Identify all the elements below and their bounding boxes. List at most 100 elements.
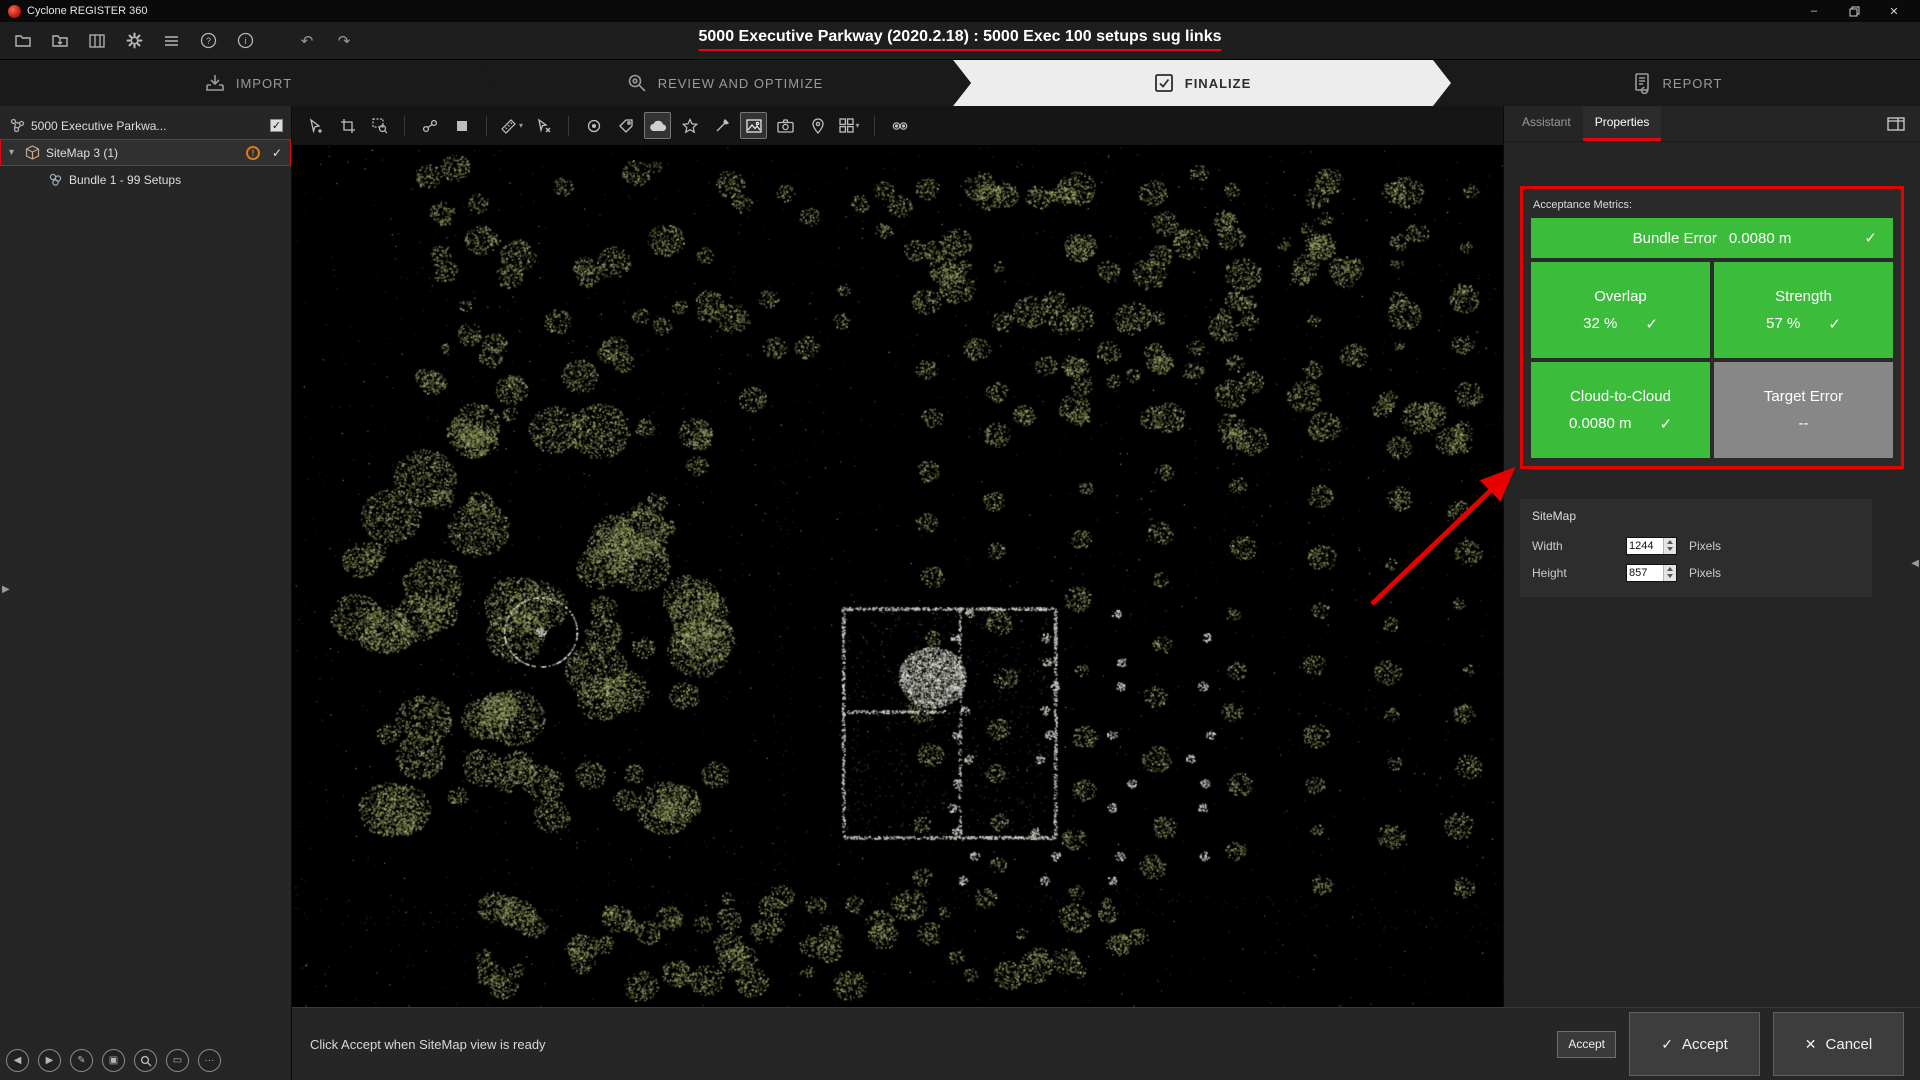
strength-value: 57 %	[1766, 315, 1800, 332]
camera-tool-button[interactable]	[772, 112, 799, 139]
fill-square-tool-button[interactable]	[448, 112, 475, 139]
list-button[interactable]	[158, 28, 184, 54]
restore-icon	[1849, 6, 1860, 17]
tab-report-label: REPORT	[1663, 76, 1723, 91]
right-panel-tabs: Assistant Properties	[1504, 106, 1920, 142]
nav-forward-button[interactable]: ▶	[38, 1049, 61, 1072]
panel-layout-button[interactable]	[1882, 113, 1910, 135]
main-toolbar: ? i ↶ ↷ 5000 Executive Parkway (2020.2.1…	[0, 22, 1920, 60]
link-tool-button[interactable]	[416, 112, 443, 139]
sitemap-width-row: Width Pixels	[1532, 533, 1860, 558]
project-icon	[8, 118, 26, 133]
app-logo-icon	[8, 5, 21, 18]
caret-down-icon: ▾	[855, 121, 859, 130]
tree-item-sitemap[interactable]: ▾ SiteMap 3 (1) ! ✓	[0, 139, 291, 166]
info-button[interactable]: i	[232, 28, 258, 54]
tag-tool-button[interactable]	[612, 112, 639, 139]
measure-tool-button[interactable]: ▾	[498, 112, 525, 139]
pick-tool-button[interactable]	[530, 112, 557, 139]
help-button[interactable]: ?	[195, 28, 221, 54]
viewport-toolbar: ▾	[292, 106, 1503, 146]
edit-button[interactable]: ✎	[70, 1049, 93, 1072]
cloud-to-cloud-value: 0.0080 m	[1569, 415, 1632, 432]
accept-small-button[interactable]: Accept	[1557, 1031, 1616, 1058]
sitemap-check-icon[interactable]: ✓	[272, 146, 282, 160]
polygon-tool-button[interactable]	[676, 112, 703, 139]
content-area: 5000 Executive Parkwa... ✓ ▾ SiteMap 3 (…	[0, 106, 1920, 1080]
cloud-tool-button[interactable]	[644, 112, 671, 139]
pin-tool-button[interactable]	[804, 112, 831, 139]
accept-button[interactable]: ✓ Accept	[1629, 1012, 1760, 1076]
sitemap-properties: SiteMap Width Pixels Height	[1520, 499, 1872, 597]
duplicate-button[interactable]: ▣	[102, 1049, 125, 1072]
toolbar-separator	[486, 116, 487, 136]
snapshot-button[interactable]: ▭	[166, 1049, 189, 1072]
height-input[interactable]	[1627, 565, 1663, 581]
layout-icon	[1887, 117, 1905, 131]
right-panel-expander[interactable]: ◀	[1911, 558, 1919, 569]
review-magnifier-icon	[626, 72, 648, 94]
zoom-window-tool-button[interactable]	[366, 112, 393, 139]
height-unit: Pixels	[1689, 566, 1721, 580]
undo-button[interactable]: ↶	[294, 28, 320, 54]
stepper-up-icon	[1667, 540, 1673, 544]
toolbar-separator	[874, 116, 875, 136]
width-unit: Pixels	[1689, 539, 1721, 553]
tab-assistant[interactable]: Assistant	[1510, 106, 1583, 141]
maximize-button[interactable]	[1834, 0, 1874, 22]
nav-back-button[interactable]: ◀	[6, 1049, 29, 1072]
settings-button[interactable]	[121, 28, 147, 54]
panels-button[interactable]	[84, 28, 110, 54]
metric-grid: Overlap 32 % ✓ Strength 57 % ✓ Cloud-to-…	[1531, 262, 1893, 458]
check-icon: ✓	[1828, 315, 1841, 333]
minimize-button[interactable]: –	[1794, 0, 1834, 22]
report-doc-icon	[1631, 72, 1653, 94]
finalize-checkbox-icon	[1153, 72, 1175, 94]
tab-properties[interactable]: Properties	[1583, 106, 1662, 141]
magnifier-icon	[140, 1055, 152, 1067]
workflow-tab-bar: IMPORT REVIEW AND OPTIMIZE FINALIZE REPO…	[0, 60, 1920, 106]
folder-open-icon	[15, 33, 32, 48]
accept-button-label: Accept	[1682, 1036, 1728, 1053]
expand-caret-icon[interactable]: ▾	[9, 147, 23, 158]
close-button[interactable]: ✕	[1874, 0, 1914, 22]
project-visibility-checkbox[interactable]: ✓	[270, 119, 283, 132]
save-project-button[interactable]	[47, 28, 73, 54]
draw-line-tool-button[interactable]	[708, 112, 735, 139]
left-panel-expander[interactable]: ▶	[2, 584, 10, 595]
tree-item-project[interactable]: 5000 Executive Parkwa... ✓	[0, 112, 291, 139]
info-icon: i	[237, 32, 254, 49]
open-project-button[interactable]	[10, 28, 36, 54]
bundle-error-label: Bundle Error	[1633, 230, 1717, 247]
width-label: Width	[1532, 539, 1626, 553]
zoom-button[interactable]	[134, 1049, 157, 1072]
tree-item-bundle-label: Bundle 1 - 99 Setups	[69, 173, 283, 187]
target-tool-button[interactable]	[580, 112, 607, 139]
bottom-nav-buttons: ◀ ▶ ✎ ▣ ▭ ···	[6, 1049, 221, 1072]
bundle-error-value: 0.0080 m	[1729, 230, 1792, 247]
tab-finalize[interactable]: FINALIZE	[953, 60, 1451, 106]
view-grid-tool-button[interactable]: ▾	[836, 112, 863, 139]
tab-review-optimize[interactable]: REVIEW AND OPTIMIZE	[478, 60, 971, 106]
tab-import[interactable]: IMPORT	[0, 60, 496, 106]
tree-item-bundle[interactable]: Bundle 1 - 99 Setups	[0, 166, 291, 193]
more-button[interactable]: ···	[198, 1049, 221, 1072]
tab-review-optimize-label: REVIEW AND OPTIMIZE	[658, 76, 824, 91]
image-tool-button[interactable]	[740, 112, 767, 139]
tab-import-label: IMPORT	[236, 76, 292, 91]
crop-tool-button[interactable]	[334, 112, 361, 139]
title-bar: Cyclone REGISTER 360 – ✕	[0, 0, 1920, 22]
toolbar-separator	[568, 116, 569, 136]
redo-button[interactable]: ↷	[331, 28, 357, 54]
check-icon: ✓	[1864, 229, 1877, 247]
width-input[interactable]	[1627, 538, 1663, 554]
select-tool-button[interactable]	[302, 112, 329, 139]
sync-settings-tool-button[interactable]	[886, 112, 913, 139]
warning-icon: !	[246, 146, 260, 160]
cancel-button[interactable]: ✕ Cancel	[1773, 1012, 1904, 1076]
tab-report[interactable]: REPORT	[1433, 60, 1920, 106]
stepper-down-icon	[1667, 574, 1673, 578]
pointcloud-viewport[interactable]	[292, 146, 1503, 1080]
height-stepper[interactable]	[1663, 565, 1676, 581]
width-stepper[interactable]	[1663, 538, 1676, 554]
